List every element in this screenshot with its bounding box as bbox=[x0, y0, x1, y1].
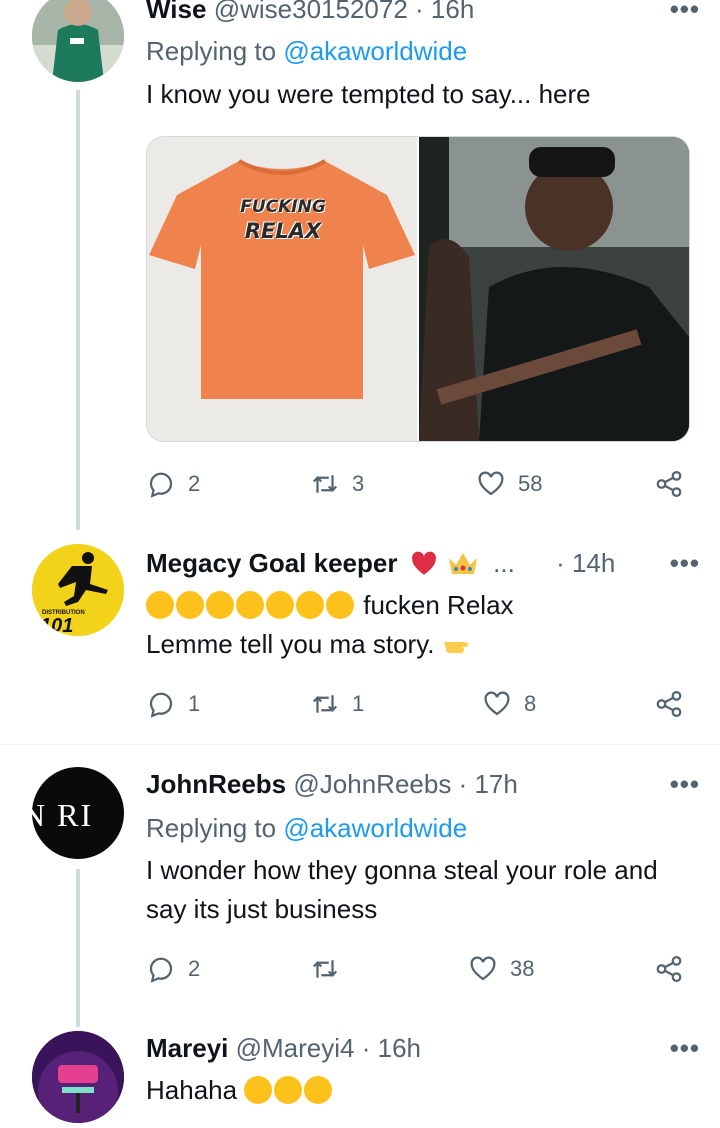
like-button[interactable]: 38 bbox=[468, 949, 534, 989]
heart-icon bbox=[470, 956, 496, 981]
handle[interactable]: @wise30152072 bbox=[214, 0, 408, 24]
more-options-icon[interactable]: ••• bbox=[670, 548, 700, 579]
truncated-handle: ... bbox=[493, 548, 515, 578]
shirt-print: FUCKING RELAX bbox=[233, 197, 333, 243]
replying-to-label: Replying to bbox=[146, 36, 277, 66]
display-name[interactable]: JohnReebs bbox=[146, 769, 286, 799]
tweet-mareyi[interactable]: Mareyi @Mareyi4 · 16h ••• Hahaha bbox=[0, 1027, 720, 1128]
action-bar: 2 3 58 bbox=[146, 464, 696, 504]
more-options-icon[interactable]: ••• bbox=[670, 1033, 700, 1064]
like-count: 8 bbox=[524, 691, 537, 716]
avatar[interactable] bbox=[32, 1031, 124, 1123]
reply-button[interactable]: 1 bbox=[146, 684, 200, 724]
avatar-number: 101 bbox=[40, 615, 74, 636]
pointing-hand-emoji-icon bbox=[442, 628, 476, 653]
heart-icon bbox=[478, 471, 504, 496]
reply-count: 1 bbox=[188, 691, 201, 716]
tweet-text: I know you were tempted to say... here bbox=[146, 79, 591, 109]
reply-icon bbox=[149, 957, 173, 983]
media-grid[interactable]: FUCKING RELAX bbox=[146, 136, 690, 442]
replying-to: Replying to @akaworldwide bbox=[146, 36, 467, 67]
tweet-text-line2: Lemme tell you ma story. bbox=[146, 625, 686, 664]
thread-line bbox=[76, 90, 80, 530]
more-options-icon[interactable]: ••• bbox=[670, 769, 700, 800]
reply-count: 2 bbox=[188, 956, 201, 981]
tweet-header: Wise @wise30152072 · 16h bbox=[146, 0, 474, 25]
tweet-header: Megacy Goal keeper ... · 14h bbox=[146, 548, 615, 579]
text-fucken-relax: fucken Relax bbox=[363, 590, 514, 620]
shirt-text-line1: FUCKING bbox=[240, 197, 326, 217]
avatar-text: N RI bbox=[32, 797, 94, 833]
replying-to-label: Replying to bbox=[146, 813, 277, 843]
share-button[interactable] bbox=[654, 949, 684, 989]
tweet-text: I wonder how they gonna steal your role … bbox=[146, 855, 658, 924]
mention-link[interactable]: @akaworldwide bbox=[283, 36, 467, 66]
tweet-header: Mareyi @Mareyi4 · 16h bbox=[146, 1033, 421, 1064]
heart-emoji-icon bbox=[409, 550, 439, 576]
share-button[interactable] bbox=[654, 464, 684, 504]
display-name[interactable]: Wise bbox=[146, 0, 206, 24]
rofl-emoji-icon bbox=[244, 1075, 334, 1105]
share-button[interactable] bbox=[654, 684, 684, 724]
laughing-emoji-icon bbox=[146, 590, 363, 620]
like-button[interactable]: 58 bbox=[476, 464, 542, 504]
thread-line bbox=[76, 869, 80, 1027]
retweet-icon bbox=[312, 960, 338, 978]
tweet-text-line1: fucken Relax bbox=[146, 586, 686, 625]
shirt-image bbox=[149, 159, 415, 399]
retweet-count: 3 bbox=[352, 471, 365, 496]
display-name[interactable]: Mareyi bbox=[146, 1033, 228, 1063]
handle[interactable]: @Mareyi4 bbox=[236, 1033, 355, 1063]
reply-icon bbox=[149, 472, 173, 498]
timestamp[interactable]: · 14h bbox=[556, 548, 615, 578]
timestamp[interactable]: · 17h bbox=[459, 769, 518, 799]
avatar[interactable]: N RI bbox=[32, 767, 124, 859]
reply-button[interactable]: 2 bbox=[146, 949, 200, 989]
handle[interactable]: @JohnReebs bbox=[293, 769, 451, 799]
action-bar: 1 1 8 bbox=[146, 684, 696, 724]
tweet-header: JohnReebs @JohnReebs · 17h bbox=[146, 769, 518, 800]
video-still-image bbox=[419, 137, 689, 441]
avatar[interactable]: DISTRIBUTION 101 bbox=[32, 544, 124, 636]
retweet-button[interactable]: 3 bbox=[310, 464, 364, 504]
media-image-still[interactable] bbox=[419, 137, 689, 441]
text-story: Lemme tell you ma story. bbox=[146, 629, 435, 659]
retweet-button[interactable]: 1 bbox=[310, 684, 364, 724]
avatar[interactable] bbox=[32, 0, 124, 82]
heart-icon bbox=[484, 691, 510, 716]
avatar-image bbox=[32, 0, 124, 82]
timestamp[interactable]: · 16h bbox=[362, 1033, 421, 1063]
tweet-text: Hahaha bbox=[146, 1071, 686, 1110]
tweet-megacy[interactable]: DISTRIBUTION 101 Megacy Goal keeper ... … bbox=[0, 530, 720, 744]
retweet-button[interactable] bbox=[310, 949, 352, 989]
avatar-image bbox=[32, 1031, 124, 1123]
retweet-count: 1 bbox=[352, 691, 365, 716]
like-count: 58 bbox=[518, 471, 543, 496]
retweet-icon bbox=[312, 475, 338, 493]
more-options-icon[interactable]: ••• bbox=[670, 0, 700, 25]
share-icon bbox=[656, 471, 682, 497]
action-bar: 2 38 bbox=[146, 949, 696, 989]
like-button[interactable]: 8 bbox=[482, 684, 536, 724]
display-name[interactable]: Megacy Goal keeper bbox=[146, 548, 397, 578]
media-image-shirt[interactable]: FUCKING RELAX bbox=[147, 137, 417, 441]
tweet-wise[interactable]: Wise @wise30152072 · 16h ••• Replying to… bbox=[0, 0, 720, 530]
mention-link[interactable]: @akaworldwide bbox=[283, 813, 467, 843]
share-icon bbox=[656, 691, 682, 717]
text-hahaha: Hahaha bbox=[146, 1075, 238, 1105]
tweet-text: fucken Relax Lemme tell you ma story. bbox=[146, 586, 686, 664]
shirt-text-line2: RELAX bbox=[244, 219, 322, 243]
crown-emoji-icon bbox=[446, 550, 480, 576]
reply-button[interactable]: 2 bbox=[146, 464, 200, 504]
tweet-johnreebs[interactable]: N RI JohnReebs @JohnReebs · 17h ••• Repl… bbox=[0, 745, 720, 1027]
reply-icon bbox=[149, 692, 173, 718]
timestamp[interactable]: · 16h bbox=[415, 0, 474, 24]
retweet-icon bbox=[312, 695, 338, 713]
reply-count: 2 bbox=[188, 471, 201, 496]
replying-to: Replying to @akaworldwide bbox=[146, 813, 467, 844]
share-icon bbox=[656, 956, 682, 982]
like-count: 38 bbox=[510, 956, 535, 981]
